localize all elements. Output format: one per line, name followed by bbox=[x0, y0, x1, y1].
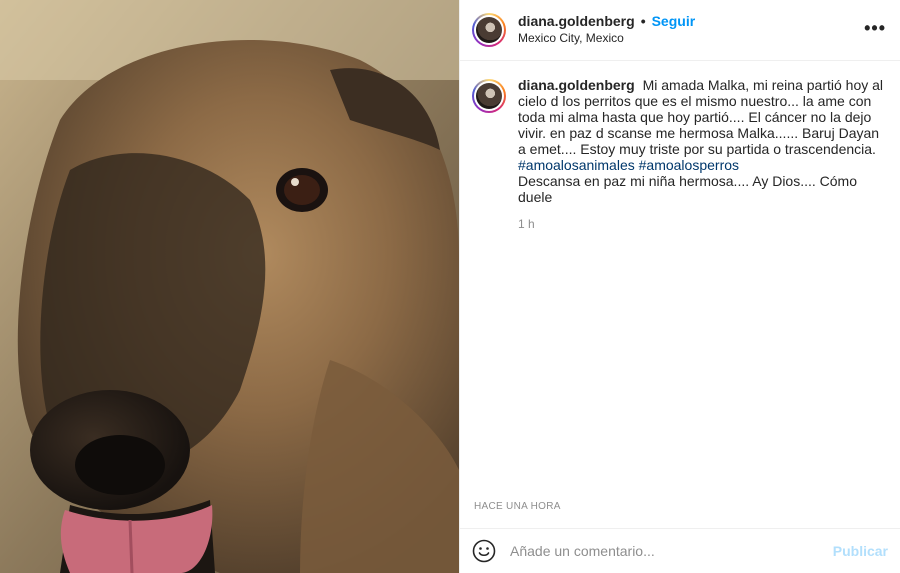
username-link[interactable]: diana.goldenberg bbox=[518, 13, 635, 30]
dog-photo-illustration bbox=[0, 0, 459, 573]
comments-area: diana.goldenberg Mi amada Malka, mi rein… bbox=[460, 61, 900, 528]
ellipsis-icon[interactable]: ••• bbox=[864, 19, 886, 37]
post-photo[interactable] bbox=[0, 0, 459, 573]
caption: diana.goldenberg Mi amada Malka, mi rein… bbox=[472, 77, 886, 205]
publish-button[interactable]: Publicar bbox=[833, 543, 888, 559]
caption-avatar[interactable] bbox=[472, 79, 506, 113]
hashtag-link[interactable]: #amoalosanimales bbox=[518, 157, 635, 173]
separator-dot: • bbox=[640, 13, 646, 29]
avatar-image bbox=[476, 17, 502, 43]
location-link[interactable]: Mexico City, Mexico bbox=[518, 30, 695, 47]
comment-bar: Publicar bbox=[460, 528, 900, 573]
post-header: diana.goldenberg • Seguir Mexico City, M… bbox=[460, 0, 900, 61]
caption-timestamp: 1 h bbox=[518, 217, 535, 231]
smiley-icon[interactable] bbox=[472, 539, 496, 563]
caption-text: diana.goldenberg Mi amada Malka, mi rein… bbox=[518, 77, 886, 205]
post-side-panel: diana.goldenberg • Seguir Mexico City, M… bbox=[459, 0, 900, 573]
comment-input[interactable] bbox=[508, 542, 833, 560]
avatar-image bbox=[476, 83, 502, 109]
caption-closing: Descansa en paz mi niña hermosa.... Ay D… bbox=[518, 173, 858, 205]
post-container: diana.goldenberg • Seguir Mexico City, M… bbox=[0, 0, 900, 573]
caption-username[interactable]: diana.goldenberg bbox=[518, 77, 639, 93]
follow-button[interactable]: Seguir bbox=[652, 13, 696, 30]
hashtag-link[interactable]: #amoalosperros bbox=[639, 157, 739, 173]
avatar[interactable] bbox=[472, 13, 506, 47]
post-timestamp[interactable]: HACE UNA HORA bbox=[474, 501, 561, 512]
